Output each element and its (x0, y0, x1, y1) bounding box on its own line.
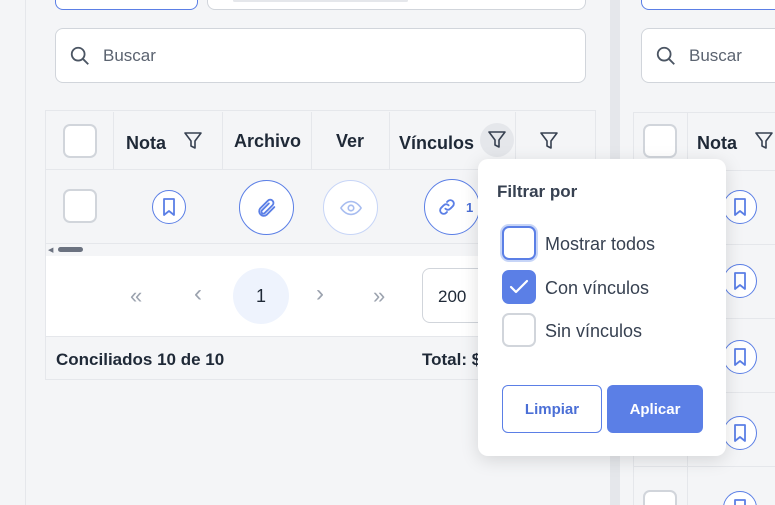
column-header-vinculos: Vínculos (399, 133, 475, 153)
row-divider (633, 112, 775, 113)
link-icon (437, 197, 457, 217)
column-header-ver: Ver (336, 131, 365, 151)
option-sin-vinculos-checkbox[interactable] (502, 313, 536, 347)
row-checkbox[interactable] (63, 189, 97, 223)
first-page-button[interactable]: « (130, 283, 142, 309)
checkmark-icon (509, 279, 529, 295)
row-checkbox[interactable] (643, 490, 677, 505)
select-all-checkbox[interactable] (643, 124, 677, 158)
links-count: 1 (466, 199, 474, 215)
bookmark-icon (733, 272, 747, 290)
option-mostrar-todos-checkbox[interactable] (502, 226, 536, 260)
note-button[interactable] (723, 190, 757, 224)
row-divider (633, 466, 775, 467)
filter-icon (488, 130, 506, 150)
filter-icon[interactable] (184, 131, 202, 151)
bookmark-icon (733, 424, 747, 442)
select-all-checkbox[interactable] (63, 124, 97, 158)
right-search-input[interactable]: Buscar (641, 28, 775, 83)
scroll-left-arrow[interactable]: ◀ (48, 246, 53, 254)
clear-filter-button[interactable]: Limpiar (502, 385, 602, 433)
search-icon (655, 45, 677, 67)
bookmark-icon (733, 198, 747, 216)
note-button[interactable] (723, 264, 757, 298)
option-con-vinculos-checkbox[interactable] (502, 270, 536, 304)
page-button-current[interactable]: 1 (233, 268, 289, 324)
horizontal-scrollbar[interactable] (58, 247, 83, 252)
search-placeholder: Buscar (103, 45, 156, 65)
left-panel-edge (25, 0, 26, 505)
select-chip (233, 0, 408, 2)
vinculos-filter-button[interactable] (480, 123, 514, 157)
filter-popover-title: Filtrar por (497, 182, 578, 201)
column-header-archivo: Archivo (234, 131, 302, 151)
option-con-vinculos-label[interactable]: Con vínculos (545, 278, 649, 299)
filter-icon[interactable] (755, 131, 773, 151)
note-button[interactable] (723, 416, 757, 450)
paperclip-icon (256, 197, 278, 219)
bookmark-icon (733, 348, 747, 366)
bookmark-icon (733, 499, 747, 505)
prev-page-button[interactable]: ‹ (194, 280, 202, 308)
conciliados-summary: Conciliados 10 de 10 (56, 350, 225, 369)
view-button[interactable] (323, 180, 378, 235)
right-top-button[interactable] (641, 0, 775, 10)
left-top-select[interactable] (207, 0, 586, 10)
search-placeholder: Buscar (689, 45, 742, 65)
note-button[interactable] (152, 190, 186, 224)
bookmark-icon (162, 198, 176, 216)
left-top-button[interactable] (55, 0, 198, 10)
total-summary: Total: $ (422, 350, 478, 369)
column-header-nota: Nota (697, 133, 737, 153)
page-number: 1 (255, 285, 266, 306)
filter-icon[interactable] (540, 131, 558, 151)
page-size-value: 200 (438, 287, 467, 306)
left-search-input[interactable]: Buscar (55, 28, 586, 83)
next-page-button[interactable]: › (316, 280, 324, 308)
attach-file-button[interactable] (239, 180, 294, 235)
eye-icon (339, 200, 362, 216)
apply-filter-button[interactable]: Aplicar (607, 385, 703, 433)
option-mostrar-todos-label[interactable]: Mostrar todos (545, 234, 655, 255)
last-page-button[interactable]: » (373, 283, 385, 309)
search-icon (69, 45, 91, 67)
note-button[interactable] (723, 340, 757, 374)
links-button[interactable]: 1 (424, 179, 480, 235)
option-sin-vinculos-label[interactable]: Sin vínculos (545, 321, 642, 342)
column-header-nota: Nota (126, 133, 166, 153)
